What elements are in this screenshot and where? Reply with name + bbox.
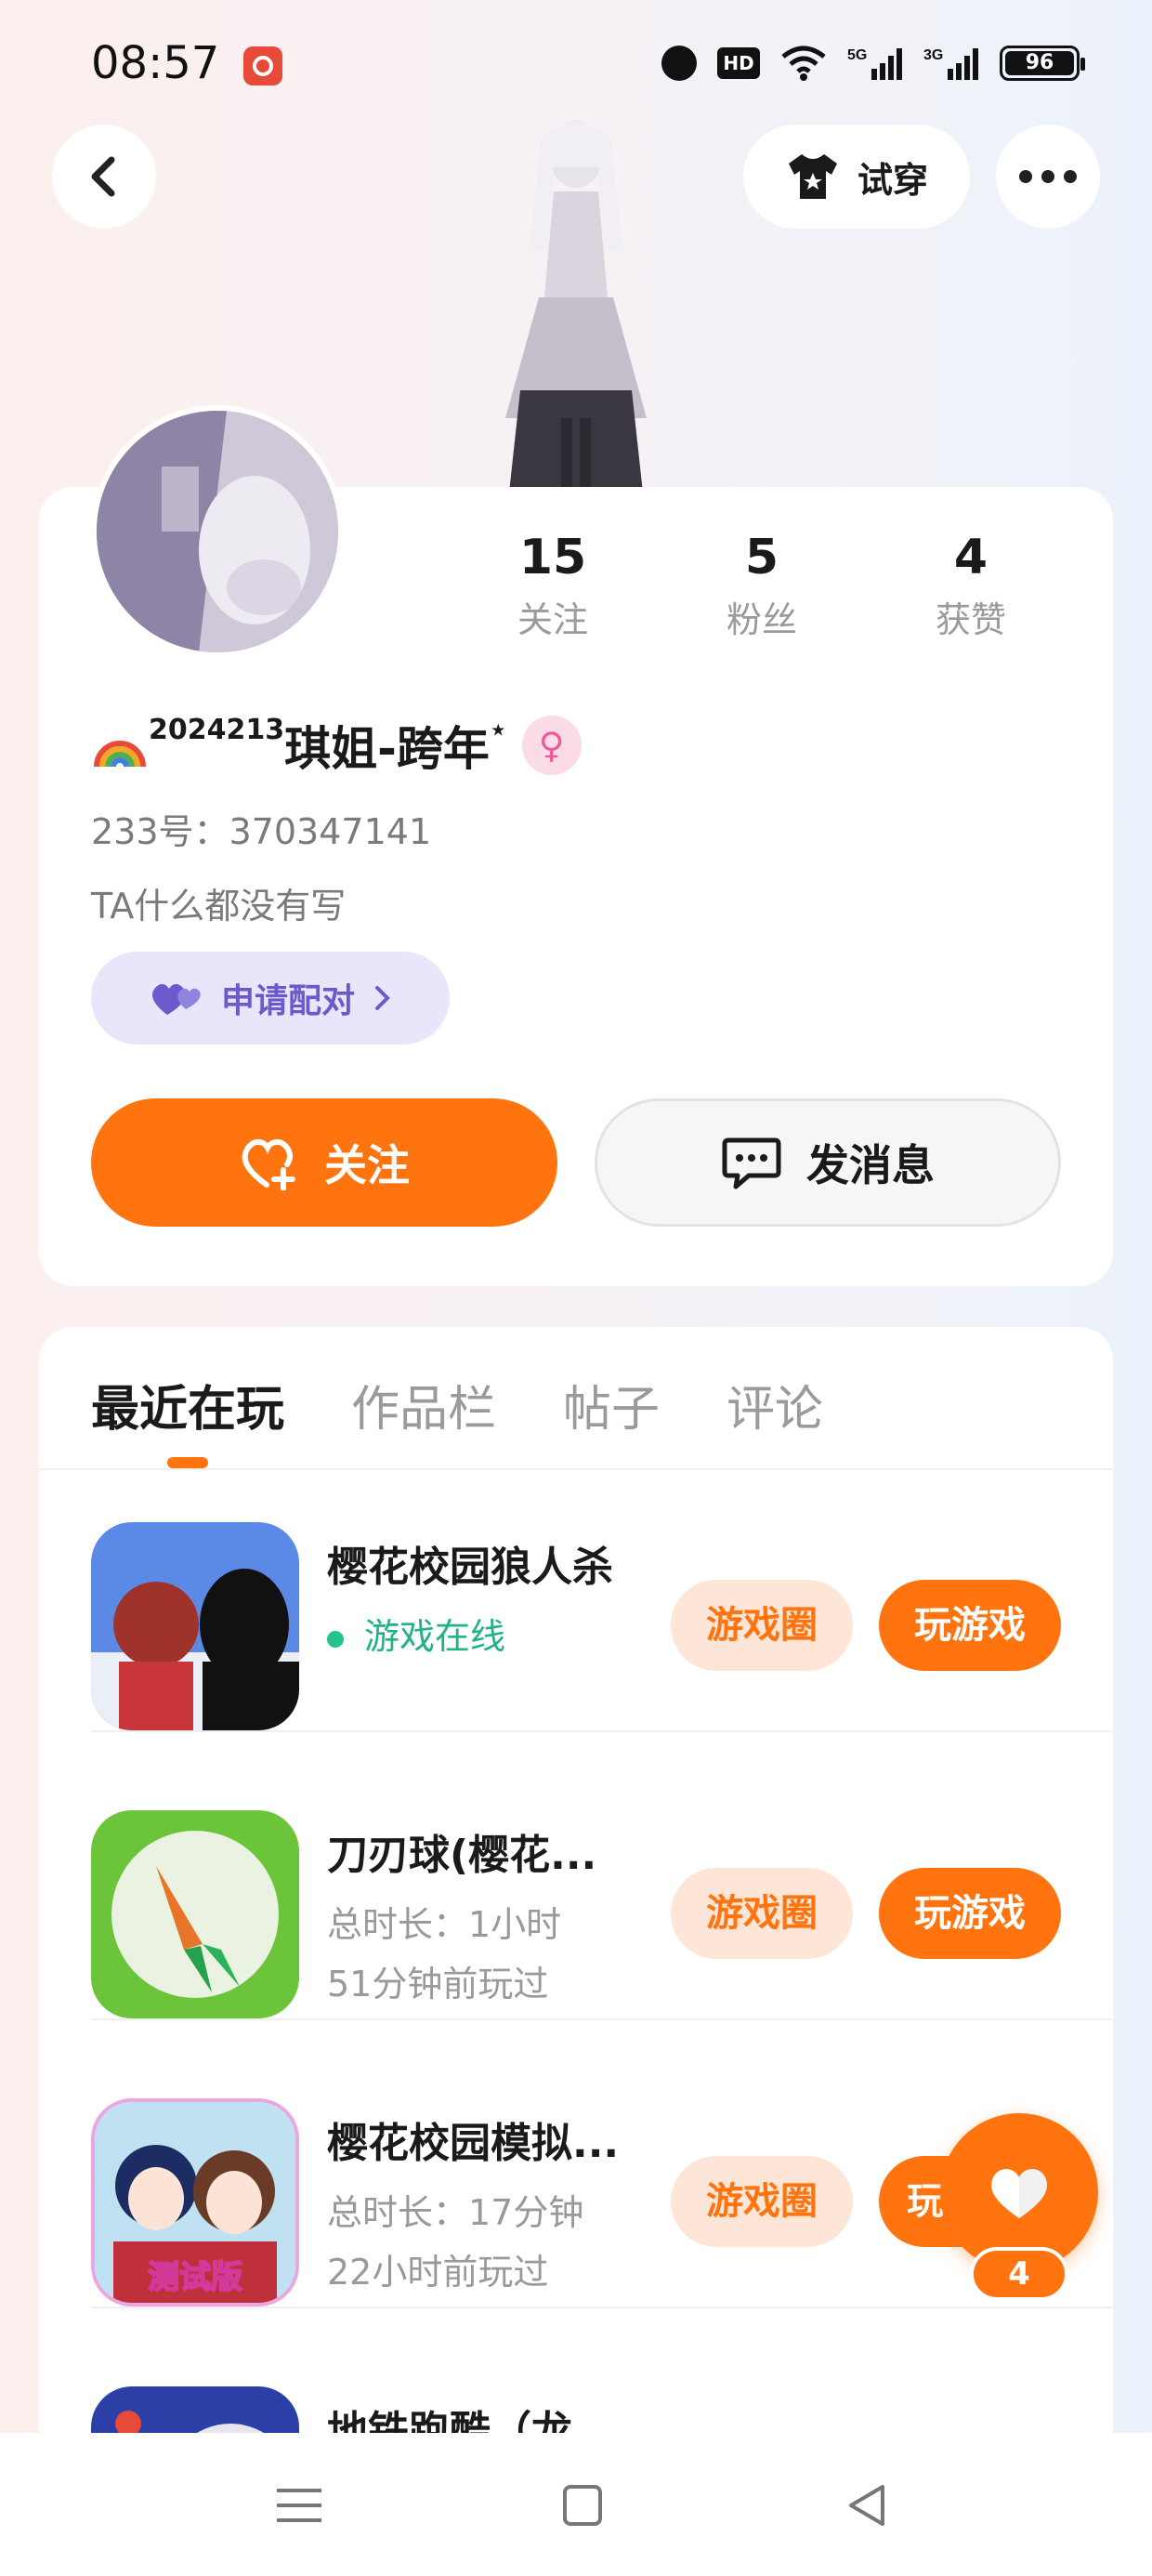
- hd-icon: HD: [717, 47, 760, 79]
- profile-tabs: 最近在玩 作品栏 帖子 评论: [91, 1370, 823, 1439]
- stat-label: 粉丝: [726, 599, 797, 640]
- rainbow-icon: [91, 716, 149, 774]
- game-last-played: 51分钟前玩过: [327, 1964, 549, 2004]
- profile-stats: 15 关注 5 粉丝 4 获赞: [465, 530, 1059, 642]
- game-name: 樱花校园模拟...: [327, 2120, 620, 2167]
- more-dot: [1041, 170, 1054, 183]
- user-id: 233号：370347141: [91, 811, 432, 852]
- chat-bubble-icon: [722, 1137, 781, 1189]
- chevron-left-icon: [91, 156, 115, 197]
- net-3g-label: 3G: [923, 47, 943, 63]
- net-5g-label: 5G: [847, 47, 867, 63]
- pair-label: 申请配对: [220, 982, 355, 1020]
- stat-label: 关注: [517, 599, 588, 640]
- game-circle-button[interactable]: 游戏圈: [671, 1868, 853, 1959]
- stat-following[interactable]: 15 关注: [465, 530, 641, 642]
- stat-value: 5: [744, 530, 779, 585]
- system-nav-bar: [0, 2433, 1152, 2576]
- tshirt-icon: [788, 154, 837, 199]
- online-text: 游戏在线: [364, 1616, 506, 1657]
- row-divider: [91, 2018, 1113, 2020]
- alarm-icon: [661, 46, 697, 81]
- signal-5g-icon: 5G: [847, 45, 903, 82]
- nickname-suffix: ⋆: [489, 714, 507, 746]
- game-circle-button[interactable]: 游戏圈: [671, 1580, 853, 1671]
- game-icon[interactable]: [91, 1810, 299, 2018]
- nickname-text: 琪姐-跨年: [284, 722, 490, 776]
- game-circle-button[interactable]: 游戏圈: [671, 2156, 853, 2247]
- user-bio: TA什么都没有写: [91, 886, 347, 927]
- game-duration: 总时长：17分钟: [327, 2192, 584, 2233]
- game-icon[interactable]: [91, 1522, 299, 1730]
- like-count-badge: 4: [970, 2247, 1068, 2301]
- message-label: 发消息: [806, 1140, 935, 1190]
- avatar-figure-3d: [483, 112, 669, 493]
- heart-plus-icon: [242, 1139, 295, 1190]
- wifi-icon: [780, 46, 827, 81]
- try-on-button[interactable]: 试穿: [743, 125, 970, 229]
- more-dot: [1019, 170, 1032, 183]
- follow-button[interactable]: 关注: [91, 1098, 557, 1227]
- test-version-label: 测试版: [148, 2259, 242, 2296]
- row-divider: [91, 1730, 1113, 1732]
- menu-icon[interactable]: [273, 2479, 325, 2531]
- play-game-button[interactable]: 玩游戏: [879, 1580, 1061, 1671]
- status-time: 08:57: [91, 37, 220, 89]
- game-icon[interactable]: 测试版: [91, 2098, 299, 2307]
- more-options-button[interactable]: [996, 125, 1100, 229]
- tab-works[interactable]: 作品栏: [351, 1370, 496, 1439]
- follow-label: 关注: [324, 1140, 410, 1190]
- female-icon: ♀: [521, 716, 582, 775]
- stat-value: 15: [518, 530, 587, 585]
- tab-posts[interactable]: 帖子: [563, 1370, 660, 1439]
- row-divider: [91, 2307, 1113, 2308]
- hearts-icon: [151, 983, 201, 1015]
- nickname: 2024213 琪姐-跨年 ⋆ ♀: [91, 712, 582, 779]
- online-dot: [327, 1630, 344, 1648]
- send-message-button[interactable]: 发消息: [595, 1098, 1061, 1227]
- game-name: 刀刃球(樱花...: [327, 1832, 597, 1879]
- game-last-played: 22小时前玩过: [327, 2252, 549, 2293]
- battery-icon: 96: [1000, 46, 1085, 81]
- tab-recently-played[interactable]: 最近在玩: [91, 1370, 284, 1439]
- stat-value: 4: [953, 530, 988, 585]
- play-game-button[interactable]: 玩游戏: [879, 1868, 1061, 1959]
- back-button[interactable]: [52, 125, 156, 229]
- notification-app-icon: [243, 46, 282, 85]
- game-duration: 总时长：1小时: [327, 1904, 562, 1945]
- chevron-right-icon: [375, 986, 390, 1010]
- status-icons: HD 5G 3G 96: [661, 45, 1085, 82]
- stat-followers[interactable]: 5 粉丝: [674, 530, 850, 642]
- game-row[interactable]: 樱花校园狼人杀 游戏在线 游戏圈 玩游戏: [91, 1448, 1113, 1732]
- user-avatar[interactable]: [91, 405, 344, 658]
- heart-icon: [991, 2169, 1047, 2218]
- tab-comments[interactable]: 评论: [727, 1370, 823, 1439]
- signal-3g-icon: 3G: [923, 45, 979, 82]
- game-row[interactable]: 刀刃球(樱花... 总时长：1小时 51分钟前玩过 游戏圈 玩游戏: [91, 1736, 1113, 2020]
- try-on-label: 试穿: [857, 159, 928, 201]
- game-online-status: 游戏在线: [327, 1608, 505, 1659]
- more-dot: [1064, 170, 1077, 183]
- battery-level: 96: [1005, 51, 1074, 75]
- home-icon[interactable]: [556, 2479, 608, 2531]
- stat-label: 获赞: [935, 599, 1006, 640]
- back-triangle-icon[interactable]: [842, 2479, 894, 2531]
- request-pair-button[interactable]: 申请配对: [91, 952, 450, 1045]
- nickname-prefix: 2024213: [149, 714, 285, 746]
- game-name: 樱花校园狼人杀: [327, 1544, 613, 1591]
- stat-likes[interactable]: 4 获赞: [883, 530, 1059, 642]
